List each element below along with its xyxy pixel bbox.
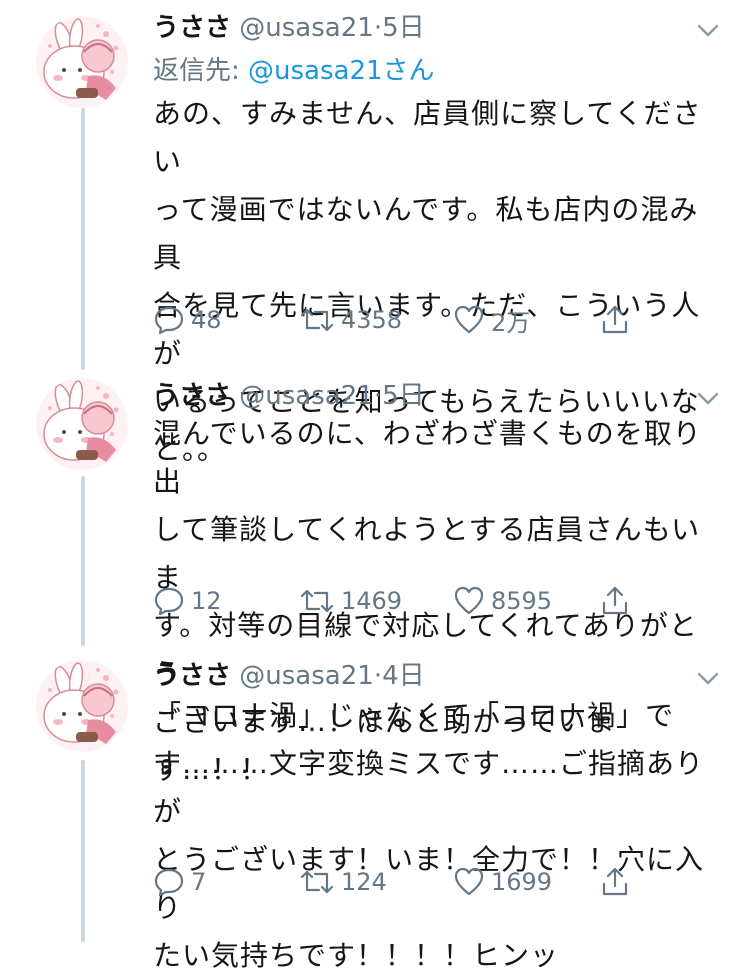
share-upload-icon [602, 867, 628, 896]
display-name[interactable]: うささ [153, 13, 231, 43]
user-handle[interactable]: @usasa21 [239, 661, 374, 691]
reply-count: 7 [191, 868, 207, 896]
share-button[interactable] [599, 581, 637, 621]
retweet-button[interactable]: 1469 [299, 581, 402, 621]
share-button[interactable] [599, 862, 637, 902]
heart-icon [454, 305, 484, 334]
like-count: 1699 [491, 868, 553, 896]
tweet-text-line: 「コロナ渦」じゃなくて「コロナ禍」で [153, 699, 675, 732]
tweet-text-line: って漫画ではないんです。私も店内の混み具 [153, 193, 699, 274]
reply-mention-link[interactable]: @usasa21さん [248, 56, 435, 86]
tweet-text-line: あの、すみません、店員側に察してください [153, 97, 702, 178]
heart-icon [454, 867, 484, 896]
avatar[interactable] [36, 660, 128, 752]
tweet-header: うささ @usasa21·5日 [153, 8, 425, 48]
timestamp[interactable]: 5日 [382, 13, 425, 43]
tweet-text-line: す………文字変換ミスです……ご指摘ありが [153, 747, 705, 828]
like-button[interactable]: 1699 [453, 862, 552, 902]
display-name[interactable]: うささ [153, 381, 231, 411]
separator: · [373, 661, 383, 691]
like-button[interactable]: 8595 [453, 581, 552, 621]
timestamp[interactable]: 5日 [382, 381, 425, 411]
chevron-down-icon[interactable] [694, 16, 722, 44]
like-button[interactable]: 2万 [453, 300, 530, 340]
tweet[interactable]: うささ @usasa21·4日 「コロナ渦」じゃなくて「コロナ禍」で す………文… [0, 656, 750, 972]
user-handle[interactable]: @usasa21 [239, 13, 374, 43]
reply-count: 12 [191, 587, 222, 615]
retweet-count: 4358 [341, 306, 403, 334]
speech-bubble-icon [154, 306, 184, 335]
share-upload-icon [602, 305, 628, 334]
speech-bubble-icon [154, 587, 184, 616]
retweet-button[interactable]: 124 [299, 862, 387, 902]
separator: · [373, 381, 383, 411]
tweet[interactable]: うささ @usasa21·5日 混んでいるのに、わざわざ書くものを取り出 して筆… [0, 376, 750, 786]
tweet-text-line: たい気持ちです！！！！ヒンッ [153, 939, 560, 972]
avatar[interactable] [36, 378, 128, 470]
retweet-button[interactable]: 4358 [299, 300, 402, 340]
retweet-count: 124 [341, 868, 387, 896]
separator: · [373, 13, 383, 43]
like-count: 8595 [491, 587, 553, 615]
user-handle[interactable]: @usasa21 [239, 381, 374, 411]
retweet-arrows-icon [300, 308, 334, 332]
chevron-down-icon[interactable] [694, 384, 722, 412]
timestamp[interactable]: 4日 [382, 661, 425, 691]
avatar[interactable] [36, 16, 128, 108]
retweet-arrows-icon [300, 870, 334, 894]
reply-button[interactable]: 12 [153, 581, 222, 621]
tweet-text: 「コロナ渦」じゃなくて「コロナ禍」で す………文字変換ミスです……ご指摘ありが … [153, 692, 718, 980]
speech-bubble-icon [154, 868, 184, 897]
reply-button[interactable]: 7 [153, 862, 206, 902]
tweet[interactable]: うささ @usasa21·5日 返信先: @usasa21さん あの、すみません… [0, 8, 750, 466]
share-upload-icon [602, 586, 628, 615]
retweet-arrows-icon [300, 589, 334, 613]
tweet-text-line: 混んでいるのに、わざわざ書くものを取り出 [153, 417, 702, 498]
tweet-actions: 7 124 1699 [153, 862, 653, 902]
tweet-actions: 48 4358 2万 [153, 300, 653, 340]
tweet-actions: 12 1469 8595 [153, 581, 653, 621]
share-button[interactable] [599, 300, 637, 340]
reply-button[interactable]: 48 [153, 300, 222, 340]
reply-context: 返信先: @usasa21さん [153, 52, 435, 90]
retweet-count: 1469 [341, 587, 403, 615]
reply-prefix: 返信先: [153, 56, 240, 86]
chevron-down-icon[interactable] [694, 664, 722, 692]
like-count: 2万 [491, 308, 531, 337]
reply-count: 48 [191, 306, 222, 334]
heart-icon [454, 586, 484, 615]
display-name[interactable]: うささ [153, 661, 231, 691]
tweet-header: うささ @usasa21·4日 [153, 656, 425, 696]
